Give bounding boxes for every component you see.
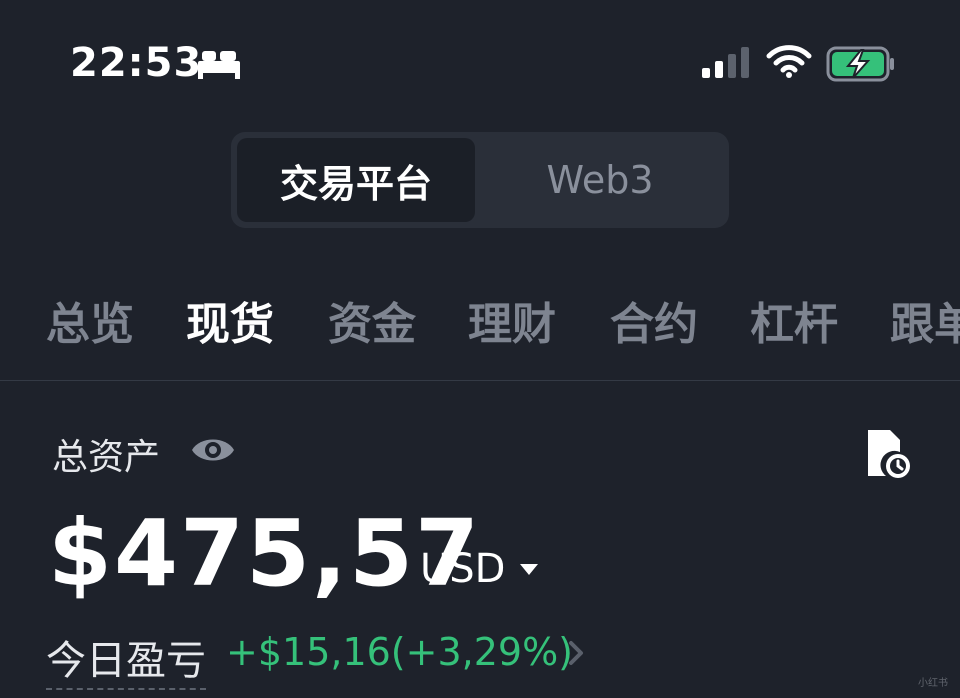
battery-charging-icon [826,46,894,82]
currency-label: USD [420,546,506,592]
cellular-signal-icon [702,47,749,78]
watermark: 小红书 [918,678,948,689]
status-bar: 22:53 [0,0,960,120]
tab-spot[interactable]: 现货 [186,288,274,352]
total-balance: $475,57 [48,500,482,607]
chevron-right-icon[interactable] [566,640,586,666]
todays-pnl-value: +$15,16(+3,29%) [226,630,574,674]
divider [0,380,960,381]
tab-futures[interactable]: 合约 [610,288,698,352]
status-time: 22:53 [70,40,203,86]
platform-switcher: 交易平台 Web3 [231,132,729,228]
account-tabs: 总览 现货 资金 理财 合约 杠杆 跟单 [0,280,960,370]
caret-down-icon [520,564,539,575]
wifi-icon [766,45,812,78]
history-icon[interactable] [864,428,910,480]
currency-selector[interactable]: USD [420,546,539,592]
tab-funding[interactable]: 资金 [328,288,416,352]
tab-earn[interactable]: 理财 [468,288,556,352]
tab-copy-trading[interactable]: 跟单 [890,288,960,352]
bed-icon [198,51,240,79]
todays-pnl-label[interactable]: 今日盈亏 [46,628,206,690]
tab-web3[interactable]: Web3 [481,138,719,222]
tab-margin[interactable]: 杠杆 [750,288,838,352]
total-assets-label: 总资产 [52,437,161,478]
eye-icon[interactable] [190,432,236,468]
tab-overview[interactable]: 总览 [46,288,134,352]
tab-exchange-platform[interactable]: 交易平台 [237,138,475,222]
